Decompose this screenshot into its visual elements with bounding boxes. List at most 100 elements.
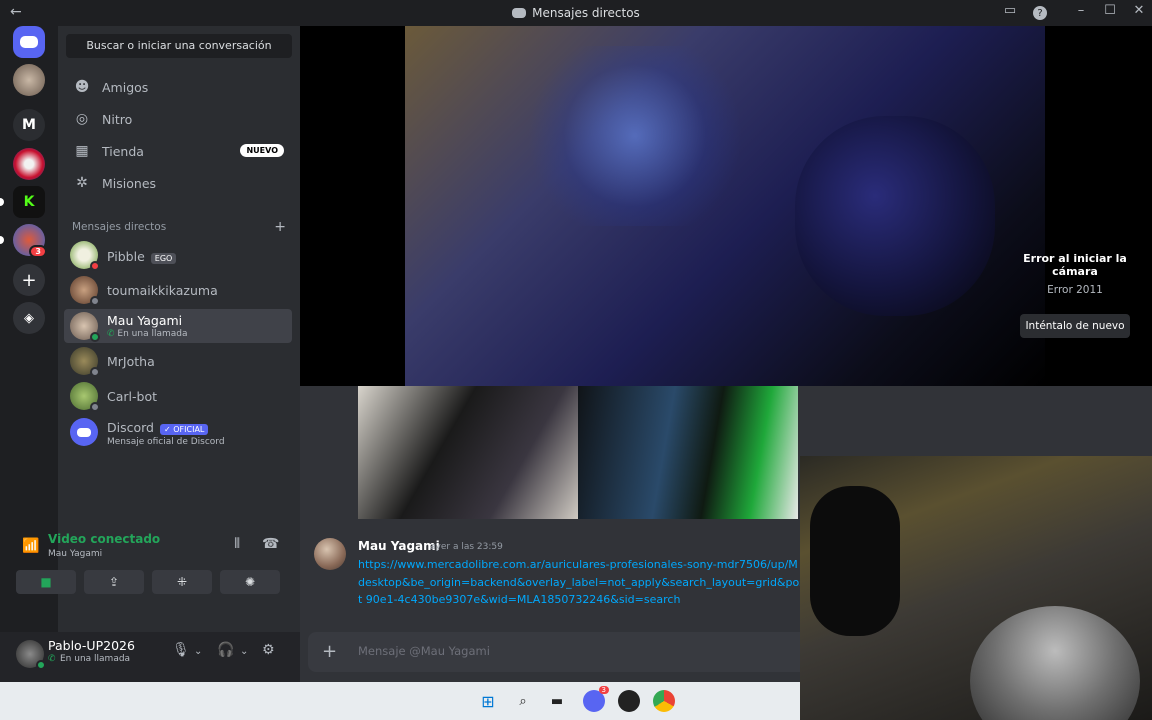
close-icon[interactable]: ✕ [1127, 3, 1151, 18]
dm-item-mrjotha[interactable]: MrJotha [64, 344, 292, 378]
screen-share-icon: ⇪ [108, 575, 120, 589]
server-unread-pill-2 [0, 236, 4, 244]
status-offline [90, 296, 100, 306]
dm-sub: En una llamada [117, 329, 188, 339]
dm-name: Carl-bot [107, 388, 157, 404]
title-bar: ← Mensajes directos ▭ ? – ☐ ✕ [0, 0, 1152, 26]
nav-friends[interactable]: ☻ Amigos [66, 72, 292, 102]
status-online [90, 332, 100, 342]
chevron-down-icon[interactable]: ⌄ [240, 646, 248, 657]
window-title: Mensajes directos [0, 6, 1152, 20]
official-tag-label: OFICIAL [173, 425, 205, 434]
nav-quests[interactable]: ✲ Misiones [66, 168, 292, 198]
voice-channel[interactable]: Mau Yagami [48, 549, 102, 559]
server-unread-pill [0, 198, 4, 206]
phone-icon: ✆ [107, 329, 118, 339]
add-server-icon[interactable]: + [13, 264, 45, 296]
maximize-icon[interactable]: ☐ [1098, 3, 1122, 18]
gear-icon[interactable]: ⚙ [262, 642, 275, 658]
soundboard-icon: ✺ [244, 575, 256, 589]
voice-status[interactable]: Video conectado [48, 532, 160, 546]
microphone-icon[interactable]: 🎙 [172, 642, 190, 658]
windows-start-icon[interactable]: ⊞ [477, 690, 499, 712]
nav-shop[interactable]: ▦ Tienda NUEVO [66, 136, 292, 166]
server-avatar-3[interactable]: 3 [13, 224, 47, 258]
explore-icon[interactable]: ◈ [13, 302, 45, 334]
nav-quests-label: Misiones [102, 175, 157, 191]
username[interactable]: Pablo-UP2026 [48, 638, 135, 653]
message-timestamp: ayer a las 23:59 [430, 542, 503, 552]
avatar [70, 382, 100, 412]
video-glow [525, 46, 745, 226]
official-tag: ✓ OFICIAL [160, 424, 209, 435]
dm-name: Mau Yagami [107, 313, 183, 328]
home-button[interactable] [13, 26, 45, 58]
discord-logo-icon [20, 36, 38, 48]
dm-item-pibble[interactable]: Pibble EGO [64, 238, 292, 272]
disconnect-icon[interactable]: ☎ [262, 536, 279, 552]
avatar [70, 276, 100, 306]
user-panel: Pablo-UP2026 ✆ En una llamada 🎙 ⌄ 🎧 ⌄ ⚙ [0, 632, 300, 682]
screen-share-button[interactable]: ⇪ [84, 570, 144, 594]
avatar [70, 241, 100, 271]
status-offline [90, 367, 100, 377]
user-avatar[interactable] [16, 640, 46, 670]
server-avatar-2[interactable] [13, 148, 45, 180]
remote-video[interactable] [405, 26, 1045, 386]
activities-icon: ⁜ [176, 575, 188, 589]
signal-icon: 📶 [22, 538, 40, 554]
video-person [795, 116, 995, 316]
nav-shop-label: Tienda [102, 143, 144, 159]
check-icon: ✓ [164, 425, 174, 434]
message-link[interactable]: https://www.mercadolibre.com.ar/auricula… [358, 556, 808, 609]
image-attachment-2[interactable] [578, 386, 798, 519]
avatar [70, 312, 100, 342]
phone-icon: ✆ [48, 654, 56, 664]
headphones-icon[interactable]: 🎧 [217, 642, 234, 658]
camera-error-title: Error al iniciar la cámara [1023, 252, 1127, 278]
person-head [970, 606, 1140, 720]
server-m[interactable]: M [13, 109, 45, 141]
create-dm-icon[interactable]: + [274, 219, 286, 235]
minimize-icon[interactable]: – [1069, 3, 1093, 18]
message-avatar[interactable] [314, 538, 346, 570]
discord-taskbar-icon[interactable]: 3 [583, 686, 609, 712]
camera-button[interactable]: ■ [16, 570, 76, 594]
dm-item-discord[interactable]: Discord ✓ OFICIAL Mensaje oficial de Disco… [64, 415, 292, 449]
dm-name: Discord [107, 420, 154, 435]
message-input[interactable]: Mensaje @Mau Yagami [358, 644, 490, 658]
camera-error: Error al iniciar la cámara Error 2011 In… [1010, 252, 1140, 338]
search-input[interactable]: Buscar o iniciar una conversación [66, 34, 292, 58]
dm-item-mau-yagami[interactable]: Mau Yagami ✆ En una llamada [64, 309, 292, 343]
nitro-icon: ◎ [75, 111, 89, 127]
os-taskbar: ⊞ ⌕ ▬ 3 [0, 682, 800, 720]
dm-sub: Mensaje oficial de Discord [107, 437, 225, 447]
nav-nitro[interactable]: ◎ Nitro [66, 104, 292, 134]
dm-header: Mensajes directos [72, 221, 167, 233]
noise-suppression-icon[interactable]: ⦀ [234, 536, 240, 552]
dm-name: MrJotha [107, 353, 155, 369]
add-attachment-icon[interactable]: + [322, 641, 337, 662]
app-taskbar-icon[interactable] [618, 690, 640, 712]
user-status: En una llamada [60, 654, 131, 664]
file-explorer-icon[interactable]: ▬ [546, 690, 568, 712]
image-attachment-1[interactable] [358, 386, 578, 519]
window-title-text: Mensajes directos [532, 6, 640, 20]
dm-item-carl-bot[interactable]: Carl-bot [64, 379, 292, 413]
shop-icon: ▦ [75, 143, 89, 159]
microphone-shape [810, 486, 900, 636]
server-avatar-kick[interactable]: K [13, 186, 45, 218]
search-icon[interactable]: ⌕ [512, 690, 534, 712]
message-author[interactable]: Mau Yagami [358, 539, 440, 553]
chrome-icon[interactable] [653, 690, 675, 712]
camera-icon: ■ [40, 575, 52, 589]
chevron-down-icon[interactable]: ⌄ [194, 646, 202, 657]
retry-button[interactable]: Inténtalo de nuevo [1020, 314, 1130, 338]
activities-button[interactable]: ⁜ [152, 570, 212, 594]
server-avatar-1[interactable] [13, 64, 45, 96]
help-icon[interactable]: ? [1033, 6, 1047, 20]
nav-nitro-label: Nitro [102, 111, 133, 127]
soundboard-button[interactable]: ✺ [220, 570, 280, 594]
dm-item-toumaikkikazuma[interactable]: toumaikkikazuma [64, 273, 292, 307]
inbox-icon[interactable]: ▭ [998, 3, 1022, 18]
